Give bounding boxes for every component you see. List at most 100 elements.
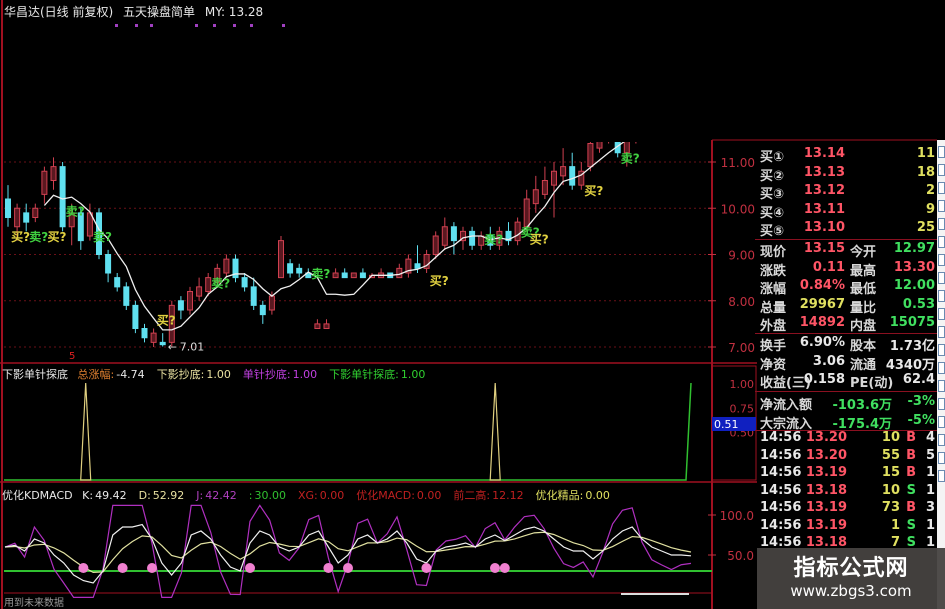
candle-body [341,272,348,279]
price-axis-label: 7.00 [728,341,755,355]
stat-label: 涨跌 [760,263,787,279]
candle-body [50,166,57,181]
candle-body [196,286,203,297]
indicator1-item: 单针抄底: 1.00 [243,368,323,381]
candle-body [241,277,248,288]
stat-row: 外盘 14892 内盘 15075 [757,315,937,335]
candle-body [323,323,330,329]
trade-volume: 55 [881,447,900,463]
finance-row: 收益(三) 0.158 PE(动) 62.4 [757,372,937,392]
trade-volume: 73 [881,500,900,515]
trade-price: 13.20 [805,430,847,445]
candle-body [596,142,603,149]
stock-name: 华昌达(日线 前复权) [4,5,114,19]
indicator2-item: 前二高: 12.12 [453,489,529,502]
candle-body [14,207,21,228]
signal-dot [195,24,198,27]
bid-row: 买③ 13.12 2 [757,183,937,202]
stat-label: 外盘 [760,319,787,335]
candle-body [532,189,539,205]
indicator1-header: 下影单针探底 总涨幅: -4.74 下影抄底: 1.00 单针抄底: 1.00 下影单针探底… [2,366,443,382]
indicator1-axis-label: 1.00 [730,378,755,391]
trade-side: S [906,517,916,533]
indicator1-item: 下影单针探底: 1.00 [329,368,431,381]
stat-value: 12.97 [893,241,935,256]
trade-time: 14:56 [760,517,802,533]
candle-body [159,341,166,346]
flow-percent: -5% [907,412,935,428]
price-axis-label: 11.00 [721,156,755,170]
trade-side: S [906,482,916,498]
indicator2-item-value: 12.12 [492,489,524,502]
stat-value: 13.30 [893,259,935,275]
kd-cross-mark [323,563,334,573]
finance-label: 净资 [760,357,787,373]
finance-label: 流通 [850,357,877,373]
sell-signal-label: 卖? [484,231,503,246]
ma-value: MY: 13.28 [204,5,264,19]
candle-body [250,286,257,306]
indicator2-item-value: 42.42 [205,489,237,502]
stat-label: 最低 [850,282,877,298]
trade-side: B [906,500,916,515]
candle-body [268,295,275,311]
indicator2-item-value: 0.00 [585,489,610,502]
stat-value: 14892 [799,315,845,331]
flow-row: 大宗流入 -175.4万 -5% [757,412,937,432]
trade-price: 13.19 [805,500,847,515]
watermark-name: 指标公式网 [793,556,909,581]
indicator2-item-label: J: [196,489,204,502]
finance-label: PE(动) [850,376,894,392]
trade-count: 5 [925,447,935,463]
indicator2-item-value: 30.00 [254,489,286,502]
bid-row: 买① 13.14 11 [757,146,937,165]
trade-time: 14:56 [760,447,802,463]
candle-body [123,286,130,306]
candle-body [41,170,48,195]
indicator2-header: 优化KDMACD K: 49.42 D: 52.92 J: 42.42:30.00 XG: 0… [2,487,628,503]
bid-price: 13.14 [803,146,845,161]
signal-dot [233,24,236,27]
indicator1-spike [80,382,92,481]
indicator1-spike [489,382,501,481]
indicator2-item-label: 优化MACD: [356,489,415,502]
indicator2-item-label: 前二高: [453,489,491,502]
sell-signal-label: 卖? [311,266,330,281]
stat-value: 13.15 [803,241,845,256]
candle-body [150,332,157,343]
finance-value: 3.06 [812,353,845,369]
signal-dot [135,24,138,27]
trade-count: 1 [925,482,935,498]
sell-signal-label: 卖? [211,275,230,290]
indicator1-item-value: -4.74 [116,368,145,381]
candle-body [177,300,184,311]
trade-row: 14:56 13.19 15 B 1 [757,465,937,483]
future-data-note: 用到未来数据 [4,598,64,609]
candle-body [187,291,193,311]
trade-time: 14:56 [760,500,802,515]
trade-price: 13.19 [805,517,847,533]
finance-value: 1.73亿 [889,339,935,354]
kd-cross-mark [245,563,255,573]
candle-body [32,207,39,218]
indicator1-axis-label: 0.75 [730,402,755,415]
buy-signal-label: 买? [530,232,549,246]
sell-signal-label: 卖? [29,229,48,244]
candle-body [514,221,521,242]
candle-body [587,143,594,168]
candle-body [441,226,448,246]
buy-signal-label: 买? [157,313,176,327]
trade-time: 14:56 [760,430,802,445]
side-toolbar[interactable] [937,140,945,609]
current-value: 0.51 [714,418,739,431]
trade-count: 4 [925,430,935,445]
indicator1-item-label: 总涨幅: [77,368,115,381]
indicator1-item: 总涨幅: -4.74 [78,368,151,381]
kd-cross-mark [147,563,157,573]
stat-value: 29967 [799,296,845,312]
stat-row: 总量 29967 量比 0.53 [757,296,937,316]
flow-label: 大宗流入 [760,416,813,432]
flow-row: 净流入额 -103.6万 -3% [757,394,937,413]
candle-body [606,130,611,139]
candle-body [205,277,212,292]
